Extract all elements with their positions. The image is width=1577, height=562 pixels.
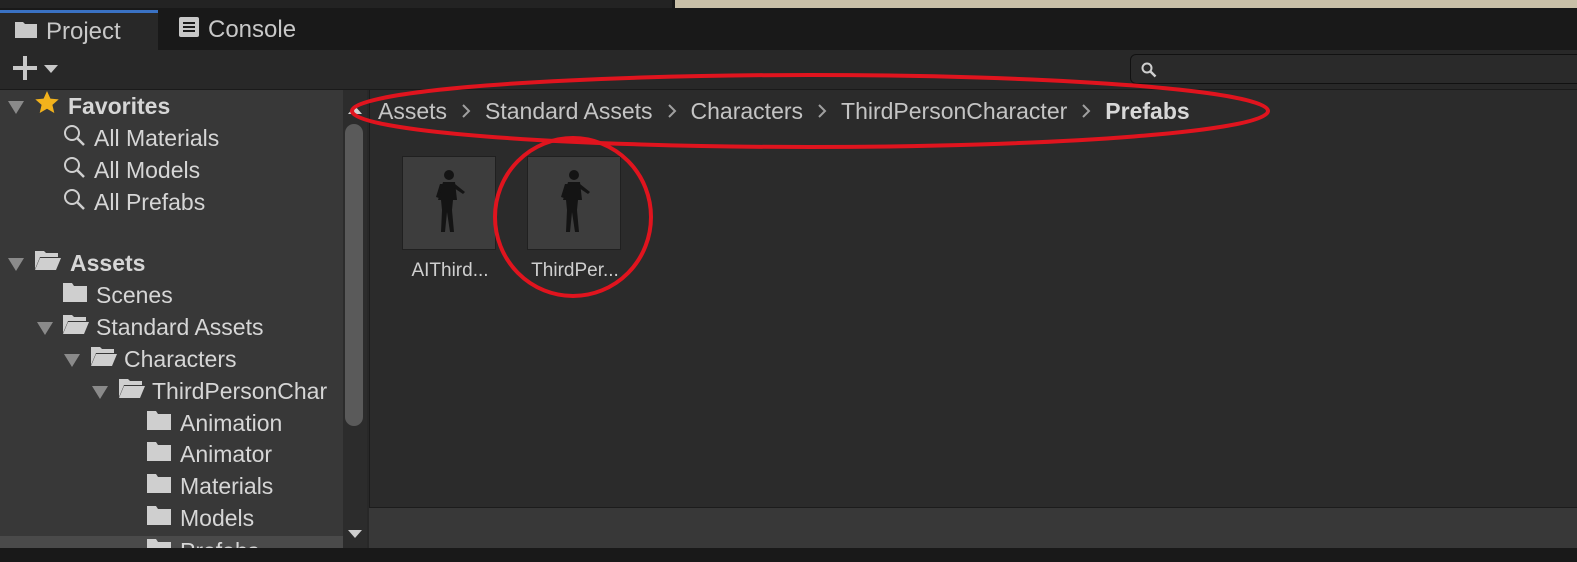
chevron-right-icon xyxy=(461,103,471,119)
tree-item-label: All Materials xyxy=(94,124,220,151)
open-folder-icon xyxy=(118,377,146,405)
tree-item-favorites[interactable]: Favorites xyxy=(34,91,170,121)
breadcrumb-current[interactable]: Prefabs xyxy=(1105,98,1189,125)
plus-icon xyxy=(12,55,38,86)
open-folder-icon xyxy=(62,313,90,341)
scroll-thumb[interactable] xyxy=(345,124,363,426)
breadcrumb-item[interactable]: Characters xyxy=(691,98,803,125)
character-model-icon xyxy=(561,170,590,232)
tree-item-label: All Prefabs xyxy=(94,188,206,215)
tree-item-all-materials[interactable]: All Materials xyxy=(62,123,219,153)
tree-item-label: Characters xyxy=(124,345,237,372)
editor-top-strip xyxy=(0,0,1577,10)
asset-label: AIThird... xyxy=(411,260,489,281)
open-folder-icon xyxy=(34,249,62,277)
asset-tile-aithirdperson[interactable]: AIThird... xyxy=(402,156,498,282)
expand-standard-assets-arrow[interactable] xyxy=(37,322,53,335)
scene-view-strip xyxy=(675,0,1577,8)
folder-icon xyxy=(62,281,88,309)
breadcrumb-item[interactable]: ThirdPersonCharacter xyxy=(841,98,1067,125)
tree-item-animator[interactable]: Animator xyxy=(146,439,272,469)
folder-icon xyxy=(146,440,172,468)
breadcrumb-item[interactable]: Assets xyxy=(378,98,447,125)
open-folder-icon xyxy=(90,345,118,373)
tree-item-thirdpersoncharacter[interactable]: ThirdPersonChar xyxy=(118,376,327,406)
tab-bar: Project Console xyxy=(0,10,1577,50)
asset-label: ThirdPer... xyxy=(531,260,619,281)
tree-item-label: All Models xyxy=(94,156,201,183)
star-icon xyxy=(34,90,60,122)
search-input[interactable] xyxy=(1130,54,1577,84)
hierarchy-strip xyxy=(0,0,672,8)
scroll-down-icon[interactable] xyxy=(348,526,362,544)
tree-item-standard-assets[interactable]: Standard Assets xyxy=(62,312,264,342)
breadcrumb: Assets Standard Assets Characters ThirdP… xyxy=(370,90,1577,132)
tab-project-label: Project xyxy=(46,17,121,45)
expand-characters-arrow[interactable] xyxy=(64,354,80,367)
search-icon xyxy=(1141,62,1157,83)
folder-icon xyxy=(146,537,172,548)
project-tree: Favorites All Materials All Models All P… xyxy=(0,90,343,548)
tree-item-prefabs[interactable]: Prefabs xyxy=(146,536,259,548)
tree-item-all-prefabs[interactable]: All Prefabs xyxy=(62,187,205,217)
tree-item-materials[interactable]: Materials xyxy=(146,471,273,501)
tab-console-label: Console xyxy=(208,16,297,43)
tree-item-all-models[interactable]: All Models xyxy=(62,155,200,185)
folder-icon xyxy=(146,472,172,500)
tree-item-animation[interactable]: Animation xyxy=(146,408,282,438)
tree-item-scenes[interactable]: Scenes xyxy=(62,280,173,310)
tree-item-assets[interactable]: Assets xyxy=(34,248,145,278)
tab-console[interactable]: Console xyxy=(176,10,296,50)
tree-scrollbar[interactable] xyxy=(343,90,367,548)
tree-item-label: ThirdPersonChar xyxy=(152,377,328,404)
editor-bottom-strip xyxy=(0,548,1577,562)
tab-project[interactable]: Project xyxy=(0,10,158,50)
tree-item-label: Animation xyxy=(180,409,283,436)
favorites-label: Favorites xyxy=(68,92,171,119)
asset-tile-thirdperson[interactable]: ThirdPer... xyxy=(527,156,623,282)
chevron-down-icon xyxy=(44,61,58,79)
console-icon xyxy=(178,16,200,45)
folder-icon xyxy=(146,504,172,532)
search-icon xyxy=(62,155,86,185)
expand-thirdperson-arrow[interactable] xyxy=(92,386,108,399)
tree-item-models[interactable]: Models xyxy=(146,503,254,533)
prefab-thumbnail xyxy=(527,156,621,250)
tree-item-label: Animator xyxy=(180,440,273,467)
add-asset-button[interactable] xyxy=(12,55,64,86)
character-model-icon xyxy=(436,170,465,232)
assets-label: Assets xyxy=(70,249,146,276)
expand-favorites-arrow[interactable] xyxy=(8,101,24,114)
chevron-right-icon xyxy=(817,103,827,119)
tree-item-label: Models xyxy=(180,504,255,531)
chevron-right-icon xyxy=(1081,103,1091,119)
prefab-thumbnail xyxy=(402,156,496,250)
chevron-right-icon xyxy=(667,103,677,119)
scroll-up-icon[interactable] xyxy=(348,102,362,120)
folder-icon xyxy=(146,409,172,437)
tree-item-characters[interactable]: Characters xyxy=(90,344,236,374)
asset-browser-footer xyxy=(369,507,1577,548)
tree-item-label: Materials xyxy=(180,472,274,499)
search-icon xyxy=(62,187,86,217)
tree-item-label: Scenes xyxy=(96,281,173,308)
folder-icon xyxy=(14,18,38,46)
tree-item-label: Prefabs xyxy=(180,538,259,549)
tree-item-label: Standard Assets xyxy=(96,313,264,340)
expand-assets-arrow[interactable] xyxy=(8,258,24,271)
project-toolbar xyxy=(0,50,1577,90)
breadcrumb-item[interactable]: Standard Assets xyxy=(485,98,653,125)
search-icon xyxy=(62,123,86,153)
asset-browser: Assets Standard Assets Characters ThirdP… xyxy=(369,90,1577,507)
